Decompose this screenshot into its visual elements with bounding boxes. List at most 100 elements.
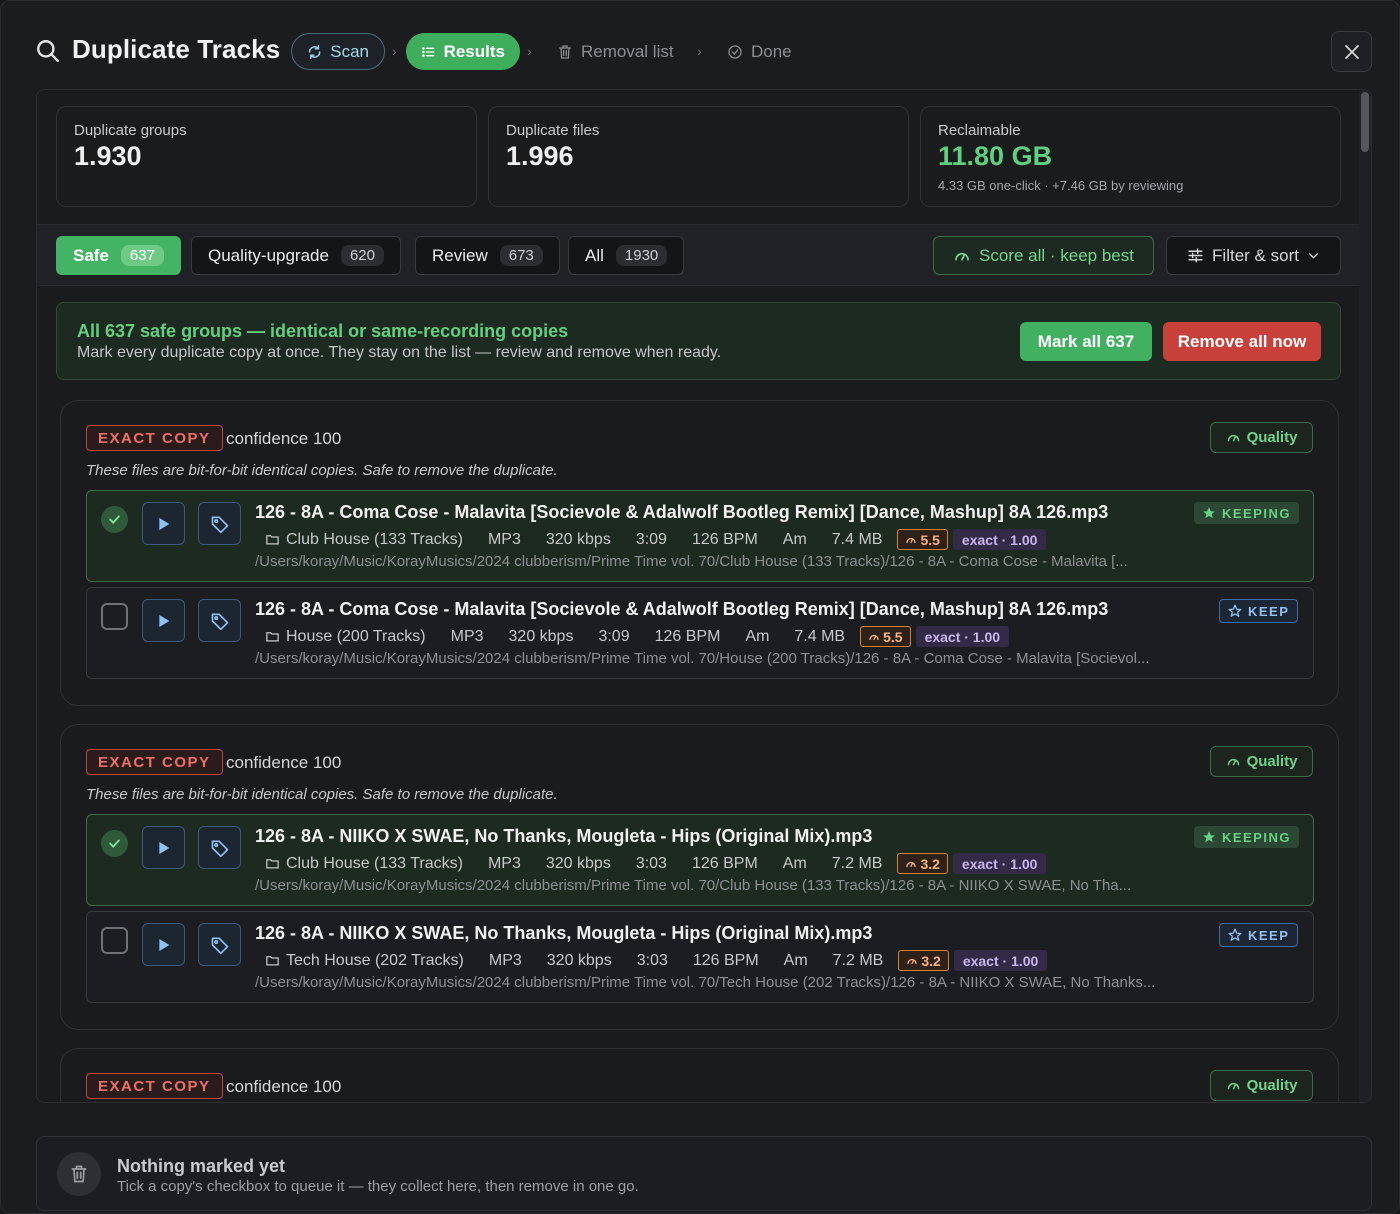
- keep-check[interactable]: [101, 830, 128, 857]
- score-value: 3.2: [921, 952, 941, 969]
- track-bpm: 126 BPM: [692, 951, 759, 969]
- quality-score-badge: 5.5: [860, 626, 911, 647]
- score-all-label: Score all · keep best: [979, 245, 1134, 265]
- track-path: /Users/koray/Music/KorayMusics/2024 club…: [255, 553, 1128, 570]
- checkmark-icon: [109, 839, 120, 848]
- tab-count: 1930: [615, 245, 668, 266]
- step-removal-list-button[interactable]: Removal list: [542, 33, 689, 70]
- chevron-right-icon: ›: [697, 43, 702, 59]
- tag-icon: [211, 516, 228, 533]
- play-button[interactable]: [142, 599, 185, 642]
- tab-count: 637: [120, 245, 164, 266]
- track-bitrate: 320 kbps: [546, 951, 612, 969]
- folder-label: Tech House (202 Tracks): [286, 951, 464, 969]
- close-icon: [1344, 44, 1359, 59]
- search-icon: [37, 40, 59, 62]
- track-key: Am: [782, 530, 807, 548]
- track-size: 7.4 MB: [831, 530, 883, 548]
- check-circle-icon: [728, 44, 742, 59]
- track-format: MP3: [450, 627, 484, 645]
- track-path: /Users/koray/Music/KorayMusics/2024 club…: [255, 877, 1132, 894]
- step-removal-label: Removal list: [581, 41, 674, 61]
- track-bpm: 126 BPM: [654, 627, 721, 645]
- track-format: MP3: [488, 951, 522, 969]
- track-bitrate: 320 kbps: [508, 627, 574, 645]
- star-icon: [1203, 507, 1215, 519]
- duplicate-group: EXACT COPY confidence 100 Quality These …: [60, 724, 1339, 1030]
- gauge-icon: [1227, 758, 1239, 766]
- keep-check[interactable]: [101, 506, 128, 533]
- filter-sort-button[interactable]: Filter & sort: [1166, 236, 1341, 275]
- filter-tabbar: Safe 637 Quality-upgrade 620 Review 673 …: [37, 224, 1359, 286]
- tag-button[interactable]: [198, 599, 241, 642]
- list-icon: [422, 46, 435, 57]
- stat-duplicate-files: Duplicate files 1.996: [488, 106, 909, 207]
- quality-button[interactable]: Quality: [1210, 1070, 1313, 1101]
- tag-icon: [211, 613, 228, 630]
- quality-button[interactable]: Quality: [1210, 746, 1313, 777]
- remove-all-button[interactable]: Remove all now: [1163, 322, 1321, 361]
- filter-sort-label: Filter & sort: [1212, 245, 1299, 265]
- gauge-icon: [955, 252, 969, 261]
- track-format: MP3: [487, 530, 521, 548]
- tab-count: 620: [340, 245, 384, 266]
- score-value: 3.2: [920, 855, 940, 872]
- track-path: /Users/koray/Music/KorayMusics/2024 club…: [255, 650, 1150, 667]
- track-path: /Users/koray/Music/KorayMusics/2024 club…: [255, 974, 1156, 991]
- chevron-right-icon: ›: [527, 43, 532, 59]
- step-scan-button[interactable]: Scan: [291, 33, 385, 70]
- tab-label: Quality-upgrade: [208, 245, 329, 265]
- tab-quality-upgrade[interactable]: Quality-upgrade 620: [191, 236, 401, 275]
- score-all-button[interactable]: Score all · keep best: [933, 236, 1154, 275]
- track-name: 126 - 8A - NIIKO X SWAE, No Thanks, Moug…: [255, 923, 873, 943]
- track-format: MP3: [487, 854, 521, 872]
- stat-subtext: 4.33 GB one-click · +7.46 GB by reviewin…: [938, 178, 1184, 193]
- results-panel: Duplicate groups 1.930 Duplicate files 1…: [36, 89, 1372, 1103]
- stat-label: Duplicate files: [506, 122, 600, 139]
- trash-icon: [57, 1152, 101, 1196]
- scrollbar-thumb[interactable]: [1361, 92, 1369, 152]
- tag-button[interactable]: [198, 923, 241, 966]
- close-button[interactable]: [1331, 31, 1372, 72]
- duplicate-tracks-window: Duplicate Tracks Scan › Results › Remova…: [0, 0, 1400, 1214]
- keep-button[interactable]: KEEP: [1219, 599, 1299, 623]
- gauge-icon: [906, 537, 917, 543]
- keep-button[interactable]: KEEP: [1219, 923, 1299, 947]
- checkmark-icon: [109, 515, 120, 524]
- tab-all[interactable]: All 1930: [568, 236, 685, 275]
- tag-button[interactable]: [198, 502, 241, 545]
- safe-groups-banner: All 637 safe groups — identical or same-…: [56, 302, 1341, 380]
- quality-button[interactable]: Quality: [1210, 422, 1313, 453]
- step-results-button[interactable]: Results: [406, 33, 520, 70]
- track-meta: House (200 Tracks) MP3 320 kbps 3:09 126…: [265, 626, 1010, 647]
- folder-icon: [266, 632, 279, 642]
- match-badge: exact · 1.00: [952, 853, 1047, 874]
- gauge-icon: [907, 958, 917, 964]
- score-value: 5.5: [920, 531, 940, 548]
- tag-button[interactable]: [198, 826, 241, 869]
- tab-safe[interactable]: Safe 637: [56, 236, 181, 275]
- step-scan-label: Scan: [330, 41, 369, 61]
- quality-score-badge: 3.2: [898, 950, 949, 971]
- mark-checkbox[interactable]: [101, 927, 128, 954]
- quality-label: Quality: [1246, 429, 1298, 446]
- scrollbar[interactable]: [1359, 90, 1371, 1102]
- tab-label: All: [585, 245, 604, 265]
- trash-icon: [559, 44, 571, 59]
- keeping-badge: KEEPING: [1194, 826, 1300, 848]
- folder-label: Club House (133 Tracks): [286, 854, 463, 872]
- track-meta: Club House (133 Tracks) MP3 320 kbps 3:0…: [265, 529, 1047, 550]
- mark-all-button[interactable]: Mark all 637: [1020, 322, 1152, 361]
- keeping-label: KEEPING: [1222, 505, 1292, 521]
- folder-label: House (200 Tracks): [286, 627, 426, 645]
- step-done-button[interactable]: Done: [712, 33, 807, 70]
- play-button[interactable]: [142, 502, 185, 545]
- exact-copy-badge: EXACT COPY: [86, 749, 223, 775]
- match-badge: exact · 1.00: [953, 950, 1048, 971]
- play-button[interactable]: [142, 923, 185, 966]
- tab-review[interactable]: Review 673: [415, 236, 560, 275]
- play-button[interactable]: [142, 826, 185, 869]
- mark-checkbox[interactable]: [101, 603, 128, 630]
- track-name: 126 - 8A - Coma Cose - Malavita [Socievo…: [255, 599, 1109, 619]
- play-icon: [158, 614, 169, 627]
